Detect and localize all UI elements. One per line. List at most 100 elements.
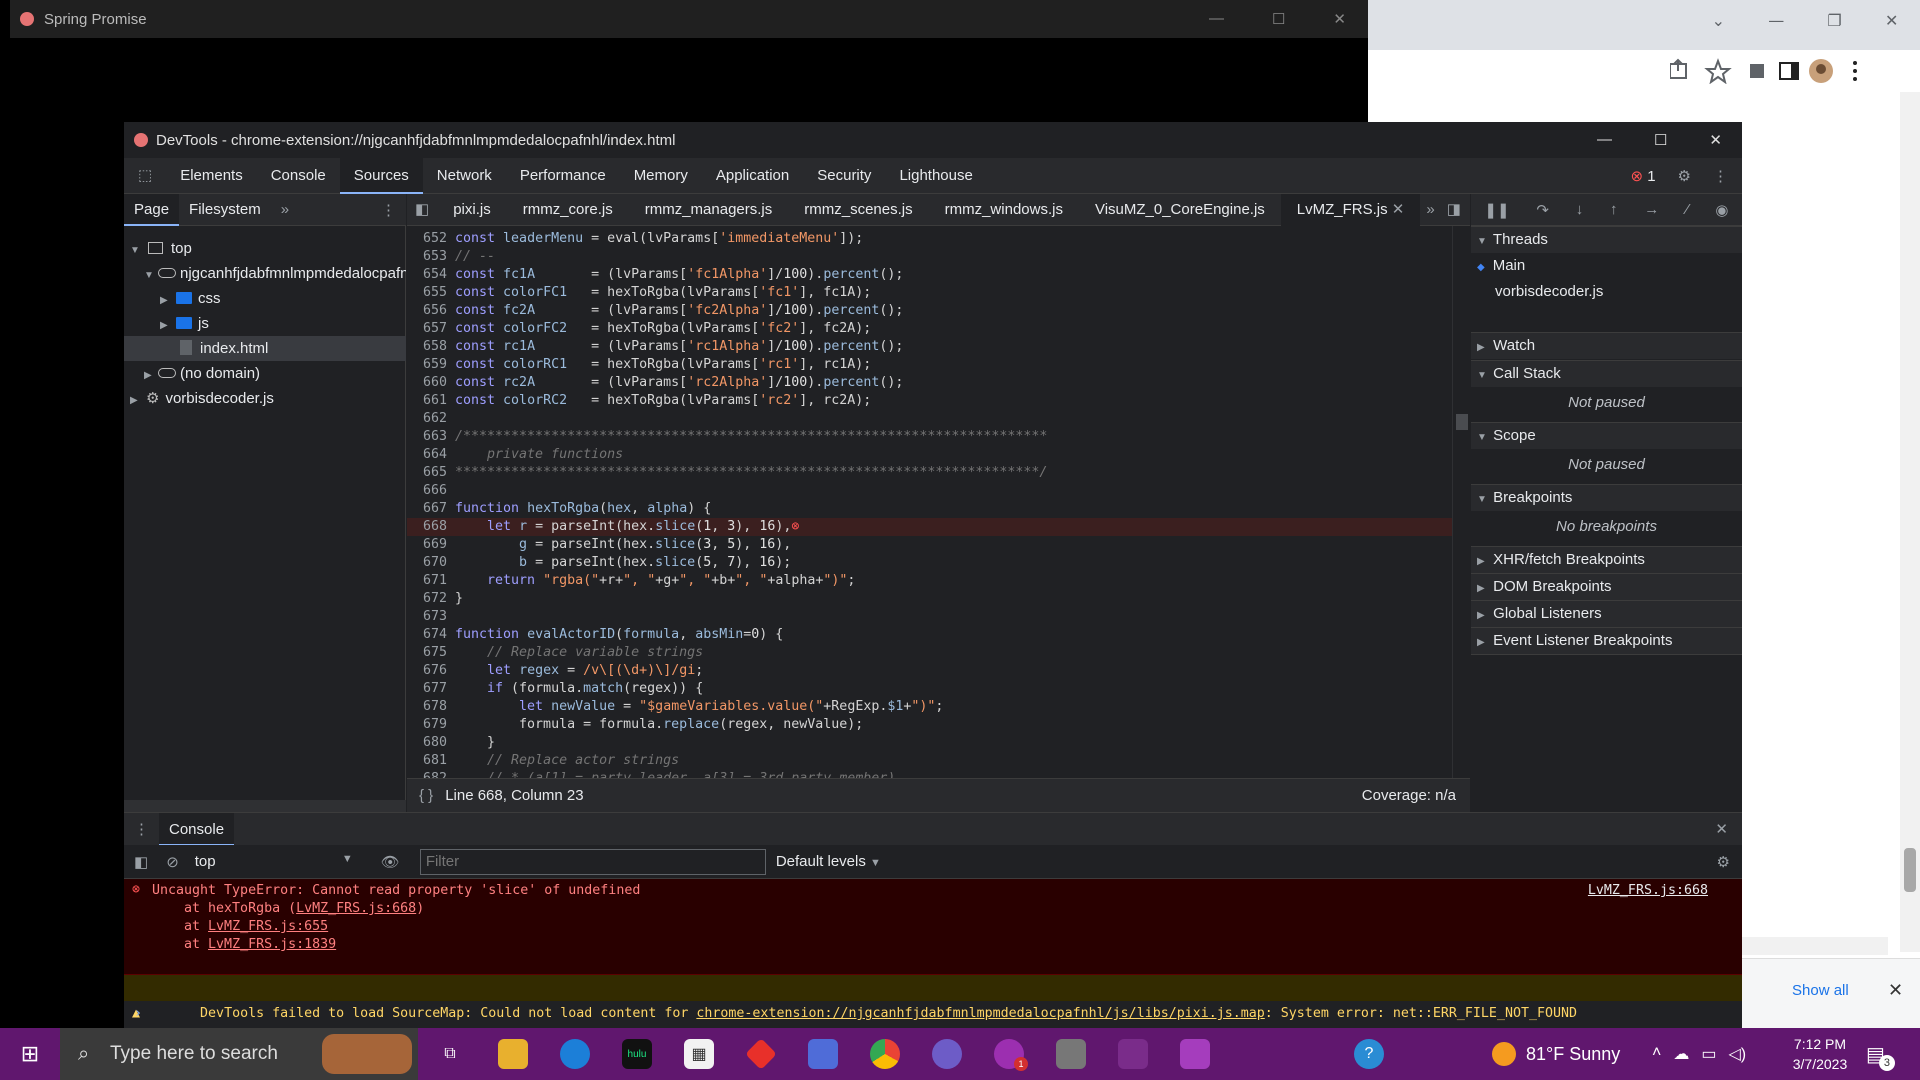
breakpoints-header[interactable]: ▼ Breakpoints [1471, 485, 1742, 511]
context-selector[interactable]: top ▼ [189, 853, 359, 870]
step-out-icon[interactable]: ↑ [1610, 201, 1618, 218]
hulu-icon[interactable]: hulu [622, 1039, 652, 1069]
line-number[interactable]: 677 [407, 680, 455, 698]
file-tab-rmmz-scenes[interactable]: rmmz_scenes.js [788, 194, 928, 226]
line-number[interactable]: 669 [407, 536, 455, 554]
code-line[interactable]: 673 [407, 608, 1452, 626]
code-line[interactable]: 671 return "rgba("+r+", "+g+", "+b+", "+… [407, 572, 1452, 590]
code-line[interactable]: 675 // Replace variable strings [407, 644, 1452, 662]
line-number[interactable]: 678 [407, 698, 455, 716]
line-number[interactable]: 675 [407, 644, 455, 662]
code-line[interactable]: 661 const colorRC2 = hexToRgba(lvParams['… [407, 392, 1452, 410]
chrome-scroll-thumb[interactable] [1904, 848, 1916, 892]
pretty-print-icon[interactable]: { } [407, 787, 445, 804]
console-prompt[interactable]: › [124, 1002, 1742, 1026]
xhr-breakpoints-header[interactable]: ▶ XHR/fetch Breakpoints [1471, 547, 1742, 573]
line-number[interactable]: 656 [407, 302, 455, 320]
stack-link[interactable]: LvMZ_FRS.js:668 [296, 901, 416, 916]
error-source-link[interactable]: LvMZ_FRS.js:668 [1588, 882, 1708, 900]
pause-icon[interactable]: ❚❚ [1484, 201, 1509, 219]
cloud-icon[interactable]: ☁ [1673, 1044, 1689, 1064]
file-tab-rmmz-core[interactable]: rmmz_core.js [507, 194, 629, 226]
line-number[interactable]: 653 [407, 248, 455, 266]
code-line[interactable]: 674 function evalActorID(formula, absMin=… [407, 626, 1452, 644]
share-icon[interactable] [1670, 58, 1687, 79]
file-explorer-icon[interactable] [498, 1039, 528, 1069]
stack-link[interactable]: LvMZ_FRS.js:655 [208, 919, 328, 934]
console-settings-icon[interactable]: ⚙ [1717, 853, 1742, 871]
line-number[interactable]: 679 [407, 716, 455, 734]
code-area[interactable]: 652 const leaderMenu = eval(lvParams['imm… [407, 226, 1470, 778]
event-listener-breakpoints-header[interactable]: ▶ Event Listener Breakpoints [1471, 628, 1742, 654]
step-over-icon[interactable]: ↷ [1536, 201, 1549, 219]
tree-item-index-html[interactable]: index.html [124, 336, 406, 361]
line-number[interactable]: 664 [407, 446, 455, 464]
tab-search-button[interactable]: ⌄ [1712, 11, 1725, 30]
menu-icon[interactable] [1853, 61, 1857, 81]
line-number[interactable]: 665 [407, 464, 455, 482]
more-tabs-icon[interactable]: » [271, 194, 299, 226]
global-listeners-header[interactable]: ▶ Global Listeners [1471, 601, 1742, 627]
line-number[interactable]: 670 [407, 554, 455, 572]
app-icon[interactable] [1118, 1039, 1148, 1069]
tab-performance[interactable]: Performance [506, 158, 620, 194]
code-line[interactable]: 655 const colorFC1 = hexToRgba(lvParams['… [407, 284, 1452, 302]
notifications-icon[interactable]: ▤ 3 [1866, 1042, 1895, 1071]
toggle-navigator-icon[interactable]: ◧ [407, 194, 437, 226]
code-line[interactable]: 679 formula = formula.replace(regex, new… [407, 716, 1452, 734]
console-sidebar-icon[interactable]: ◧ [124, 853, 156, 871]
code-line[interactable]: 665 *************************************… [407, 464, 1452, 482]
code-line[interactable]: 667 function hexToRgba(hex, alpha) { [407, 500, 1452, 518]
maximize-button[interactable]: ☐ [1272, 10, 1285, 28]
code-line[interactable]: 656 const fc2A = (lvParams['fc2Alpha']/10… [407, 302, 1452, 320]
code-line[interactable]: 662 [407, 410, 1452, 428]
store-icon[interactable]: ▦ [684, 1039, 714, 1069]
code-line[interactable]: 682 // * (a[1] = party leader, a[3] = 3r… [407, 770, 1452, 778]
app-icon[interactable] [745, 1038, 777, 1070]
code-line[interactable]: 652 const leaderMenu = eval(lvParams['imm… [407, 230, 1452, 248]
code-line[interactable]: 663/************************************… [407, 428, 1452, 446]
gear-icon[interactable]: ⚙ [1678, 167, 1691, 185]
help-icon[interactable]: ? [1354, 1039, 1384, 1069]
close-drawer-icon[interactable]: ✕ [1715, 820, 1742, 838]
code-line[interactable]: 678 let newValue = "$gameVariables.value… [407, 698, 1452, 716]
editor-scroll-thumb[interactable] [1456, 414, 1468, 430]
stack-link[interactable]: LvMZ_FRS.js:1839 [208, 937, 336, 952]
step-icon[interactable]: → [1644, 201, 1659, 218]
code-line[interactable]: 654 const fc1A = (lvParams['fc1Alpha']/10… [407, 266, 1452, 284]
line-number[interactable]: 666 [407, 482, 455, 500]
code-line[interactable]: 666 [407, 482, 1452, 500]
file-tab-visumz-core[interactable]: VisuMZ_0_CoreEngine.js [1079, 194, 1281, 226]
line-number[interactable]: 676 [407, 662, 455, 680]
code-line[interactable]: 670 b = parseInt(hex.slice(5, 7), 16); [407, 554, 1452, 572]
line-number[interactable]: 671 [407, 572, 455, 590]
drawer-tab-console[interactable]: Console [159, 812, 235, 846]
line-number[interactable]: 668 [407, 518, 455, 536]
game-canvas[interactable] [10, 38, 1368, 123]
line-number[interactable]: 663 [407, 428, 455, 446]
file-tab-pixi[interactable]: pixi.js [437, 194, 507, 226]
tree-item-js[interactable]: ▶ js [124, 311, 406, 336]
inspect-element-icon[interactable]: ⬚ [124, 158, 166, 194]
system-tray[interactable]: ˄ ☁ ▭ ◁) [1652, 1044, 1746, 1064]
tab-page[interactable]: Page [124, 193, 180, 226]
minimize-button[interactable]: — [1768, 11, 1784, 30]
star-icon[interactable] [1704, 58, 1732, 84]
line-number[interactable]: 680 [407, 734, 455, 752]
tab-sources[interactable]: Sources [339, 157, 423, 194]
code-line[interactable]: 681 // Replace actor strings [407, 752, 1452, 770]
line-number[interactable]: 674 [407, 626, 455, 644]
line-number[interactable]: 658 [407, 338, 455, 356]
code-line[interactable]: 680 } [407, 734, 1452, 752]
code-line[interactable]: 658 const rc1A = (lvParams['rc1Alpha']/10… [407, 338, 1452, 356]
line-number[interactable]: 655 [407, 284, 455, 302]
minimize-button[interactable]: — [1597, 131, 1612, 149]
tab-network[interactable]: Network [423, 158, 506, 194]
tab-lighthouse[interactable]: Lighthouse [885, 158, 986, 194]
close-button[interactable]: ✕ [1709, 131, 1722, 149]
chrome-icon[interactable] [870, 1039, 900, 1069]
tab-elements[interactable]: Elements [166, 158, 257, 194]
taskbar-clock[interactable]: 7:12 PM 3/7/2023 [1770, 1034, 1870, 1074]
chrome-profile-icon[interactable] [932, 1039, 962, 1069]
close-button[interactable]: ✕ [1885, 11, 1898, 30]
